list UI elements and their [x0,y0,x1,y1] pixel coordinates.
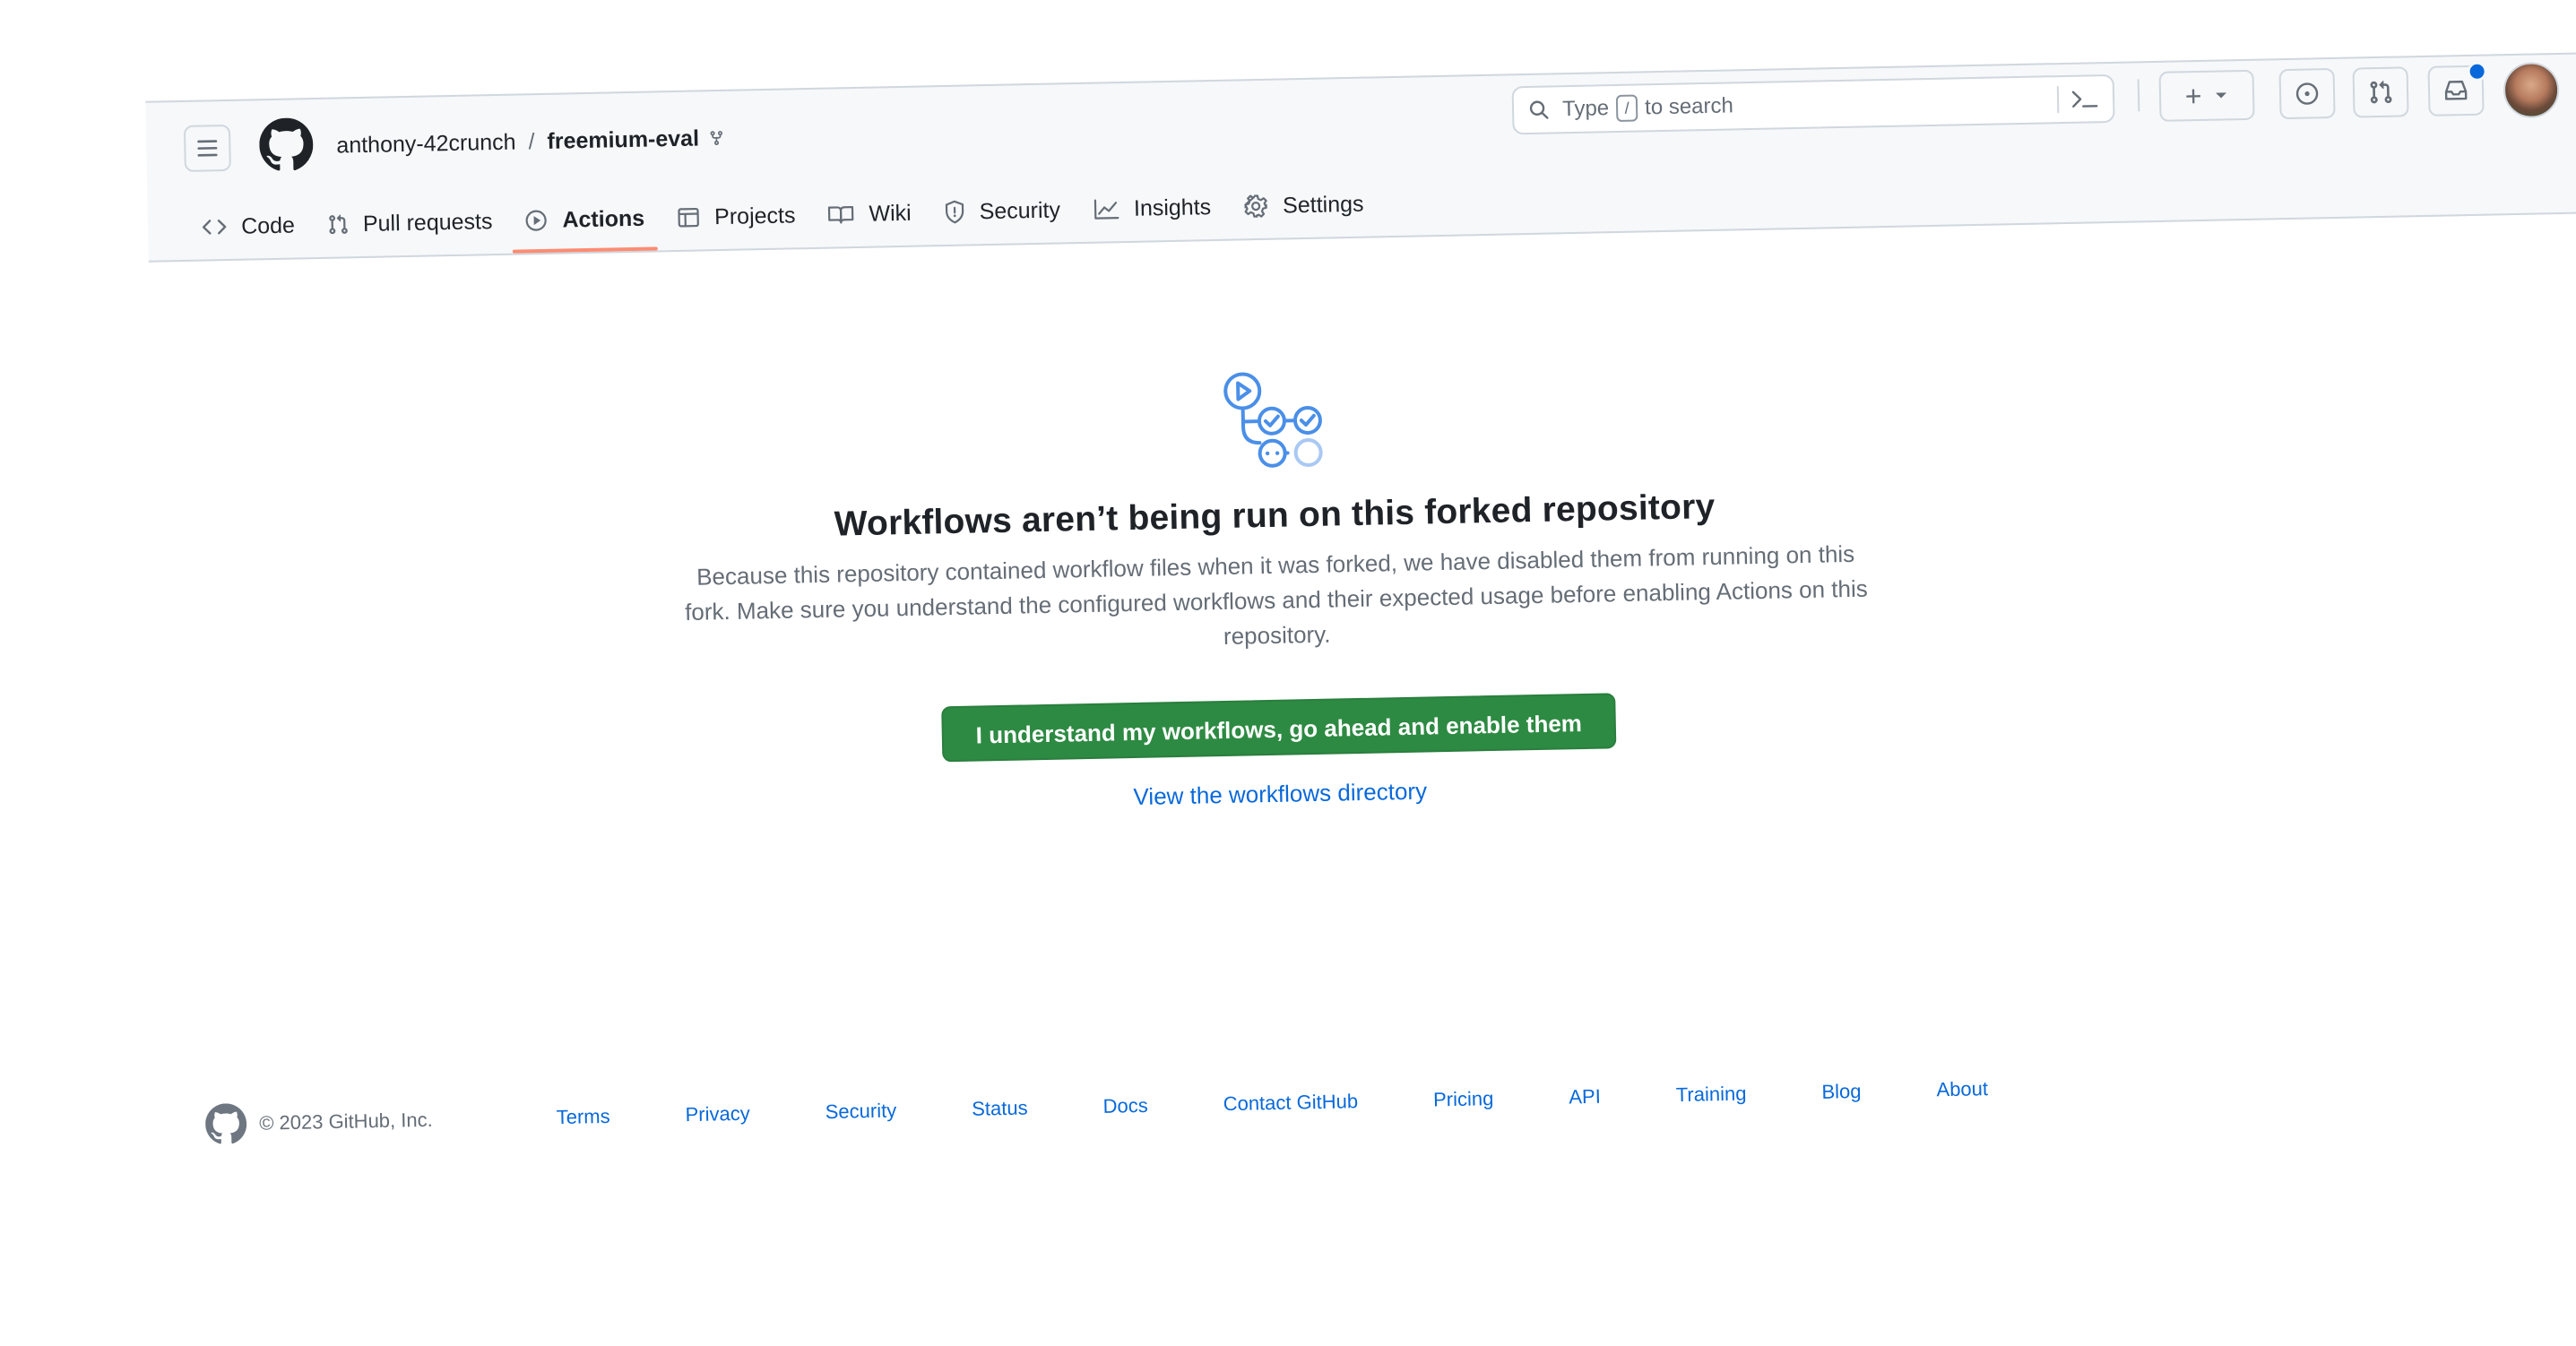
tab-pull-requests[interactable]: Pull requests [310,194,509,252]
enable-workflows-button[interactable]: I understand my workflows, go ahead and … [941,693,1617,763]
tab-actions[interactable]: Actions [508,191,661,247]
pull-requests-button[interactable] [2352,66,2409,118]
tab-wiki[interactable]: Wiki [811,186,928,242]
footer-link-terms[interactable]: Terms [556,1105,609,1129]
repo-owner-link[interactable]: anthony-42crunch [336,129,516,159]
gear-icon [1243,194,1269,220]
actions-blankslate: Workflows aren’t being run on this forke… [393,351,2159,825]
breadcrumb: anthony-42crunch / freemium-eval [336,120,724,164]
workflow-icon [1223,372,1323,468]
footer-link-training[interactable]: Training [1676,1083,1747,1108]
user-avatar[interactable] [2503,61,2560,119]
shield-icon [943,200,965,225]
page-content: anthony-42crunch / freemium-eval Type / … [0,0,2576,1346]
view-workflows-directory-link[interactable]: View the workflows directory [402,763,2159,825]
footer-link-api[interactable]: API [1569,1085,1601,1109]
tab-label: Pull requests [362,208,493,237]
table-icon [677,205,701,229]
tab-security[interactable]: Security [927,183,1077,239]
page: anthony-42crunch / freemium-eval Type / … [0,0,2576,1346]
graph-icon [1093,197,1120,221]
tab-settings[interactable]: Settings [1227,177,1381,233]
footer-copyright: © 2023 GitHub, Inc. [258,1108,433,1135]
search-divider [2056,86,2060,114]
footer-link-docs[interactable]: Docs [1102,1094,1148,1118]
book-icon [827,203,854,226]
hamburger-icon [197,140,218,157]
search-icon [1528,99,1550,120]
search-shortcut-key: / [1615,94,1638,122]
repo-header: anthony-42crunch / freemium-eval Type / … [145,52,2576,263]
footer-link-status[interactable]: Status [972,1097,1028,1121]
tab-label: Settings [1282,191,1364,218]
footer-link-blog[interactable]: Blog [1821,1080,1862,1104]
footer-link-contact[interactable]: Contact GitHub [1223,1090,1358,1116]
footer-link-about[interactable]: About [1936,1077,1988,1101]
search-placeholder-suffix: to search [1644,93,1734,120]
command-palette-icon[interactable] [2070,85,2101,113]
search-placeholder-prefix: Type [1561,96,1610,122]
tab-label: Insights [1133,194,1212,221]
notification-indicator [2467,61,2487,82]
blankslate-description: Because this repository contained workfl… [684,539,1868,650]
tab-label: Security [979,196,1061,224]
footer-links: Terms Privacy Security Status Docs Conta… [556,1075,2063,1129]
header-divider [2137,79,2140,112]
issue-opened-icon [2295,82,2319,105]
tab-label: Projects [713,202,796,229]
notifications-button[interactable] [2427,61,2487,116]
breadcrumb-separator: / [528,128,535,154]
github-logo-icon[interactable] [259,117,314,172]
tab-code[interactable]: Code [186,198,312,255]
footer-link-pricing[interactable]: Pricing [1433,1087,1494,1111]
play-icon [524,209,549,233]
plus-icon: + [2184,79,2202,113]
tab-label: Wiki [869,200,912,227]
code-icon [202,216,227,238]
tab-label: Code [240,212,296,239]
tab-insights[interactable]: Insights [1076,180,1227,237]
site-footer: © 2023 GitHub, Inc. Terms Privacy Securi… [205,1065,2088,1147]
inbox-icon [2444,80,2468,100]
git-pull-request-icon [327,212,350,236]
tab-projects[interactable]: Projects [661,188,813,245]
menu-button[interactable] [183,124,231,172]
repo-forked-icon [708,128,724,148]
repo-name-link[interactable]: freemium-eval [547,125,699,154]
github-mark-icon[interactable] [205,1103,247,1145]
triangle-down-icon [2216,92,2227,99]
issues-button[interactable] [2278,67,2336,120]
footer-link-privacy[interactable]: Privacy [685,1102,750,1126]
create-new-button[interactable]: + [2158,69,2255,122]
blankslate-title: Workflows aren’t being run on this forke… [834,487,1716,544]
footer-link-security[interactable]: Security [825,1099,896,1124]
tab-label: Actions [562,205,645,233]
git-pull-request-icon [2370,80,2392,104]
repo-nav-tabs: Code Pull requests Actions Projects Wiki… [186,177,1381,255]
search-input[interactable]: Type / to search [1511,73,2115,135]
